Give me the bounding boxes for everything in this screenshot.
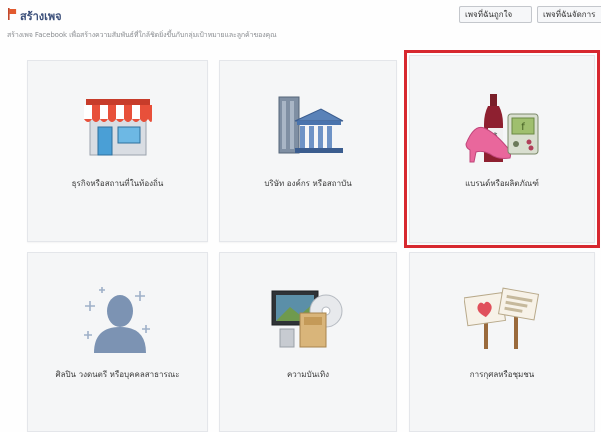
category-card-community[interactable]: การกุศลหรือชุมชน: [409, 252, 595, 432]
category-label: การกุศลหรือชุมชน: [469, 370, 535, 379]
community-signs-icon: [464, 287, 540, 349]
category-label: ธุรกิจหรือสถานที่ในท้องถิ่น: [71, 179, 164, 188]
entertainment-icon: [271, 290, 343, 348]
company-building-icon: [278, 96, 344, 154]
category-card-company[interactable]: บริษัท องค์กร หรือสถาบัน: [219, 60, 397, 242]
managed-pages-button[interactable]: เพจที่ฉันจัดการ: [537, 6, 601, 23]
category-label: บริษัท องค์กร หรือสถาบัน: [264, 179, 352, 188]
liked-pages-button[interactable]: เพจที่ฉันถูกใจ: [459, 6, 532, 23]
storefront-icon: [83, 99, 152, 156]
category-label: ศิลปิน วงดนตรี หรือบุคคลสาธารณะ: [55, 370, 180, 379]
page-title: สร้างเพจ: [20, 10, 62, 23]
public-figure-icon: [83, 287, 150, 353]
category-card-local-business[interactable]: ธุรกิจหรือสถานที่ในท้องถิ่น: [27, 60, 208, 242]
page-subtitle: สร้างเพจ Facebook เพื่อสร้างความสัมพันธ์…: [7, 31, 277, 39]
selection-highlight-box: [404, 50, 600, 248]
category-card-public-figure[interactable]: ศิลปิน วงดนตรี หรือบุคคลสาธารณะ: [27, 252, 208, 432]
category-card-entertainment[interactable]: ความบันเทิง: [219, 252, 397, 432]
flag-icon: [8, 8, 17, 20]
category-label: ความบันเทิง: [286, 370, 330, 379]
